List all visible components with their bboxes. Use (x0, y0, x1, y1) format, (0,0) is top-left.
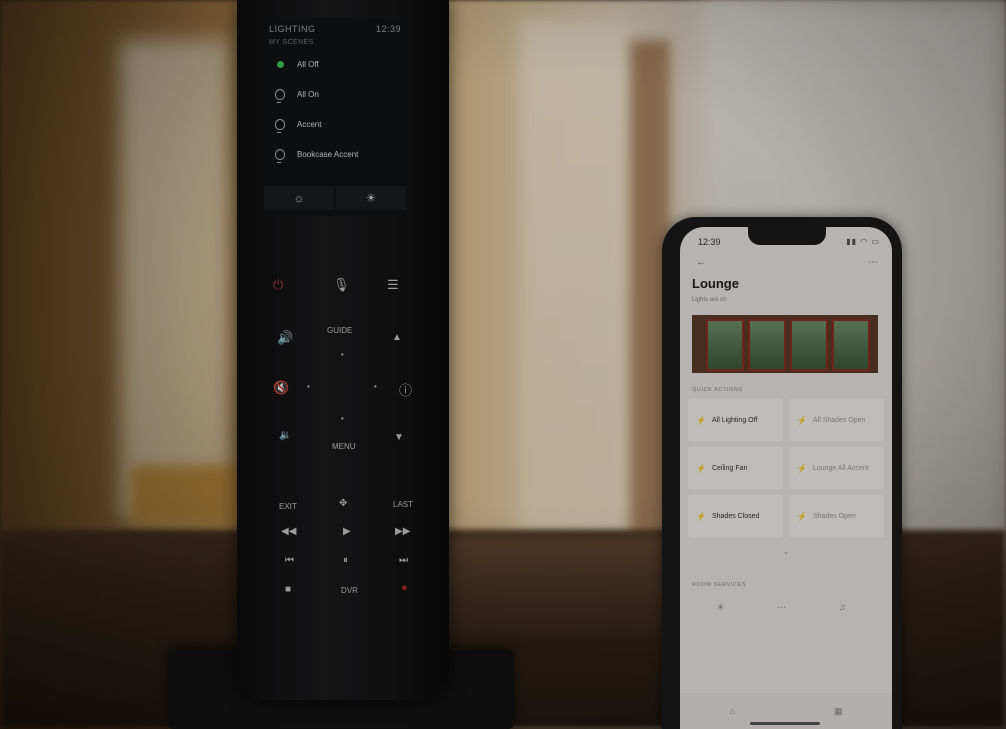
status-time: 12:39 (698, 237, 721, 247)
menu-lines-icon[interactable]: ☰ (387, 277, 399, 293)
quick-action-all-lighting-off[interactable]: ⚡ All Lighting Off (688, 399, 783, 441)
stop-icon[interactable]: ■ (285, 584, 291, 595)
remote-screen: LIGHTING 12:39 MY SCENES All Off All On … (263, 18, 407, 216)
home-indicator (750, 722, 820, 725)
bolt-icon: ⚡ (797, 511, 807, 521)
room-title: Lounge (692, 276, 739, 291)
music-icon[interactable]: ♫ (839, 602, 846, 613)
scene-item-all-off[interactable]: All Off (263, 49, 407, 79)
brightness-down-icon[interactable]: ☼ (264, 186, 334, 210)
scene-label: All Off (297, 59, 319, 69)
quick-action-label: Shades Closed (711, 512, 760, 520)
phone-screen: 12:39 ▮▮ ◠ ▭ ← ⋯ Lounge Lights are on QU… (680, 227, 892, 729)
quick-action-shades-closed[interactable]: ⚡ Shades Closed (688, 495, 783, 537)
light-icon[interactable]: ☀ (716, 602, 724, 613)
bolt-icon: ⚡ (696, 463, 706, 473)
channel-down-icon[interactable]: ▼ (394, 432, 404, 443)
exit-button[interactable]: EXIT (279, 502, 297, 511)
dpad-right[interactable]: • (374, 382, 377, 391)
signal-wifi-battery-icon: ▮▮ ◠ ▭ (846, 237, 880, 246)
remote-screen-title: LIGHTING (269, 24, 316, 34)
quick-action-label: Ceiling Fan (711, 464, 748, 472)
power-icon[interactable]: ⏻ (273, 277, 283, 293)
quick-actions-grid: ⚡ All Lighting Off ⚡ All Shades Open ⚡ C… (680, 399, 892, 537)
scene-item-all-on[interactable]: All On (263, 79, 407, 109)
menu-button[interactable]: MENU (332, 442, 356, 451)
tab-home[interactable]: ⌂ (730, 706, 735, 716)
dpad-down[interactable]: • (341, 414, 344, 423)
guide-button[interactable]: GUIDE (327, 326, 352, 335)
remote-screen-subtitle: MY SCENES (269, 39, 314, 46)
rewind-icon[interactable]: ◀◀ (281, 526, 296, 537)
phone-nav: ← ⋯ (680, 247, 892, 268)
quick-action-label: All Shades Open (812, 416, 866, 424)
info-icon[interactable]: ⓘ (399, 380, 412, 399)
scene-item-accent[interactable]: Accent (263, 109, 407, 139)
brightness-up-icon[interactable]: ☀ (336, 186, 406, 210)
bulb-icon (275, 148, 285, 163)
grid-icon: ▦ (833, 705, 843, 716)
remote-control: LIGHTING 12:39 MY SCENES All Off All On … (237, 0, 449, 700)
smartphone: 12:39 ▮▮ ◠ ▭ ← ⋯ Lounge Lights are on QU… (662, 217, 902, 729)
bolt-icon: ⚡ (696, 415, 706, 425)
bolt-icon: ⚡ (696, 511, 706, 521)
last-button[interactable]: LAST (393, 500, 413, 509)
brightness-row: ☼ ☀ (263, 186, 407, 210)
pause-icon[interactable]: ⏸ (343, 555, 348, 566)
remote-screen-time: 12:39 (375, 24, 401, 34)
bulb-icon (275, 118, 285, 133)
bulb-icon (275, 88, 285, 103)
more-dots-icon[interactable]: ⋯ (777, 602, 786, 613)
room-services-row: ☀ ⋯ ♫ (680, 588, 892, 613)
room-photo (692, 315, 878, 373)
volume-up-icon[interactable]: 🔊 (277, 330, 293, 346)
quick-action-shades-open[interactable]: ⚡ Shades Open (789, 495, 884, 537)
channel-up-icon[interactable]: ▲ (392, 332, 402, 343)
scene-label: Accent (297, 119, 322, 129)
quick-action-label: Lounge All Accent (812, 464, 869, 472)
quick-action-ceiling-fan[interactable]: ⚡ Ceiling Fan (688, 447, 783, 489)
quick-action-all-shades-open[interactable]: ⚡ All Shades Open (789, 399, 884, 441)
fast-forward-icon[interactable]: ▶▶ (395, 526, 410, 537)
room-services-label: ROOM SERVICES (692, 582, 747, 588)
bolt-icon: ⚡ (797, 415, 807, 425)
record-icon[interactable]: ● (401, 582, 408, 594)
back-arrow-icon[interactable]: ← (696, 257, 706, 268)
move-icon[interactable]: ✥ (339, 498, 347, 509)
scene-label: All On (297, 89, 319, 99)
home-icon: ⌂ (729, 706, 735, 716)
volume-down-icon[interactable]: 🔉 (279, 430, 291, 441)
quick-action-lounge-all-accent[interactable]: ⚡ Lounge All Accent (789, 447, 884, 489)
quick-action-label: Shades Open (812, 512, 856, 520)
scene-item-bookcase-accent[interactable]: Bookcase Accent (263, 139, 407, 169)
dpad-left[interactable]: • (307, 382, 310, 391)
skip-back-icon[interactable]: ⏮ (285, 555, 294, 566)
quick-actions-label: QUICK ACTIONS (692, 387, 743, 393)
dvr-button[interactable]: DVR (341, 586, 358, 595)
dpad-up[interactable]: • (341, 350, 344, 359)
bolt-icon: ⚡ (797, 463, 807, 473)
tab-rooms[interactable]: ▦ (834, 706, 843, 717)
phone-notch (748, 227, 826, 245)
green-dot-icon (275, 59, 285, 69)
more-icon[interactable]: ⋯ (868, 257, 878, 268)
skip-forward-icon[interactable]: ⏭ (399, 555, 408, 566)
microphone-icon[interactable]: 🎙 (333, 277, 350, 293)
play-icon[interactable]: ▶ (343, 526, 351, 537)
mute-icon[interactable]: 🔇 (273, 380, 289, 396)
room-status: Lights are on (692, 297, 727, 303)
scene-label: Bookcase Accent (297, 149, 359, 159)
chevron-down-icon[interactable]: ⌄ (680, 537, 892, 556)
quick-action-label: All Lighting Off (711, 416, 758, 424)
